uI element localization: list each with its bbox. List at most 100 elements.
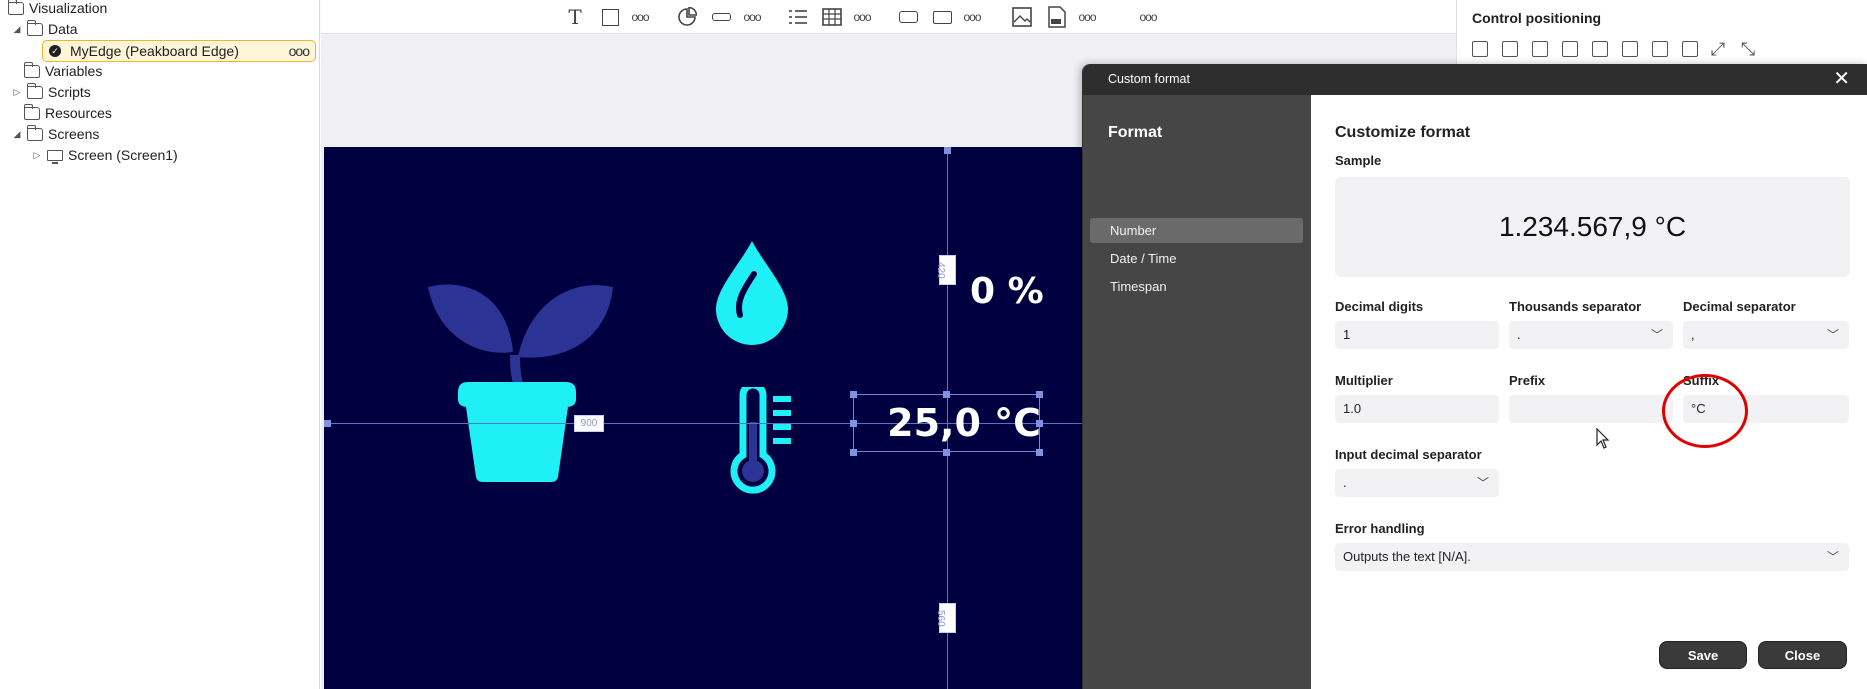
dialog-title: Custom format: [1108, 72, 1190, 86]
dialog-header: Custom format ✕: [1083, 64, 1867, 95]
tree-item-visualization[interactable]: Visualization: [0, 0, 107, 18]
nav-item-timespan[interactable]: Timespan: [1090, 274, 1303, 299]
format-nav-title: Format: [1108, 124, 1163, 141]
input-decimal-separator-select[interactable]: . ﹀: [1335, 469, 1499, 497]
align-left-stretch-icon[interactable]: [1652, 41, 1668, 57]
multiplier-input[interactable]: 1.0: [1335, 395, 1499, 423]
input-decimal-separator-label: Input decimal separator: [1335, 447, 1482, 462]
tree-item-screens[interactable]: ◢ Screens: [12, 124, 99, 144]
align-center-icon[interactable]: [1592, 41, 1608, 57]
resize-handle[interactable]: [850, 391, 857, 398]
annotation-circle: [1662, 374, 1748, 448]
pie-chart-icon[interactable]: [676, 6, 698, 28]
list-control-icon[interactable]: [787, 6, 809, 28]
tree-item-label: MyEdge (Peakboard Edge): [70, 43, 239, 59]
folder-icon: [26, 19, 43, 36]
decimal-digits-input[interactable]: 1: [1335, 321, 1499, 349]
humidity-value-text[interactable]: 0 %: [970, 271, 1044, 312]
folder-icon: [7, 0, 24, 15]
plant-icon[interactable]: [418, 237, 618, 487]
folder-icon: [23, 103, 40, 120]
decimal-digits-label: Decimal digits: [1335, 299, 1424, 314]
tree-item-myedge[interactable]: ✓ MyEdge (Peakboard Edge) ooo: [42, 40, 316, 62]
tree-item-data[interactable]: ◢ Data: [12, 19, 78, 39]
rectangle-control-icon[interactable]: [599, 6, 621, 28]
align-bottom-left-icon[interactable]: [1562, 41, 1578, 57]
water-drop-icon[interactable]: [714, 239, 790, 345]
more-inputs-icon[interactable]: ooo: [961, 6, 983, 28]
mouse-cursor-icon: [1596, 428, 1610, 449]
tree-item-scripts[interactable]: ▷ Scripts: [12, 82, 91, 102]
error-handling-label: Error handling: [1335, 521, 1425, 536]
tree-item-label: Scripts: [48, 84, 91, 100]
caret-right-icon[interactable]: ▷: [12, 87, 22, 98]
more-options-icon[interactable]: ooo: [289, 43, 310, 59]
align-top-left-icon[interactable]: [1472, 41, 1488, 57]
more-media-icon[interactable]: ooo: [1076, 6, 1098, 28]
chevron-down-icon: ﹀: [1826, 550, 1839, 564]
text-control-icon[interactable]: T: [564, 5, 586, 29]
caret-down-icon[interactable]: ◢: [12, 24, 22, 35]
resize-handle[interactable]: [850, 449, 857, 456]
expand-icon[interactable]: ⤢: [1710, 40, 1726, 58]
align-right-stretch-icon[interactable]: [1682, 41, 1698, 57]
resize-handle[interactable]: [1036, 391, 1043, 398]
temperature-value-text[interactable]: 25,0 °C: [854, 401, 1041, 445]
resize-handle[interactable]: [850, 420, 857, 427]
image-control-icon[interactable]: [1011, 6, 1033, 28]
button-control-icon[interactable]: [897, 6, 919, 28]
decimal-separator-value: ,: [1691, 327, 1695, 342]
tree-item-resources[interactable]: Resources: [23, 103, 112, 123]
caret-down-icon[interactable]: ◢: [12, 129, 22, 140]
more-controls-icon[interactable]: ooo: [1137, 6, 1159, 28]
prefix-input[interactable]: [1509, 395, 1673, 423]
more-charts-icon[interactable]: ooo: [741, 6, 763, 28]
resize-handle[interactable]: [1036, 449, 1043, 456]
save-button[interactable]: Save: [1659, 641, 1747, 669]
close-icon[interactable]: ✕: [1833, 69, 1850, 89]
thousands-separator-select[interactable]: . ﹀: [1509, 321, 1673, 349]
nav-item-date-time[interactable]: Date / Time: [1090, 246, 1303, 271]
folder-icon: [26, 124, 43, 141]
format-nav: Format Number Date / Time Timespan: [1083, 95, 1311, 689]
error-handling-value: Outputs the text [N/A].: [1343, 549, 1471, 564]
chevron-down-icon: ﹀: [1826, 328, 1839, 342]
sample-preview: 1.234.567,9 °C: [1335, 177, 1850, 277]
resize-handle[interactable]: [324, 420, 331, 427]
folder-icon: [23, 61, 40, 78]
thermometer-icon[interactable]: [729, 387, 799, 497]
align-top-right-icon[interactable]: [1532, 41, 1548, 57]
close-button[interactable]: Close: [1758, 641, 1847, 669]
multiplier-label: Multiplier: [1335, 373, 1393, 388]
caret-right-icon[interactable]: ▷: [32, 150, 42, 161]
distance-label-bottom: 560: [935, 603, 956, 633]
thousands-separator-label: Thousands separator: [1509, 299, 1642, 314]
nav-item-number[interactable]: Number: [1090, 218, 1303, 243]
selected-control-frame[interactable]: 25,0 °C: [853, 394, 1041, 452]
table-control-icon[interactable]: [821, 6, 843, 28]
decimal-separator-select[interactable]: , ﹀: [1683, 321, 1849, 349]
resize-handle[interactable]: [943, 449, 950, 456]
resize-handle[interactable]: [944, 147, 951, 154]
properties-panel: Control positioning ⤢ ⤡: [1456, 0, 1867, 64]
distance-label-top: 420: [935, 255, 956, 285]
collapse-icon[interactable]: ⤡: [1740, 40, 1756, 58]
tree-item-label: Visualization: [29, 0, 108, 16]
tree-item-variables[interactable]: Variables: [23, 61, 103, 81]
pdf-control-icon[interactable]: [1046, 6, 1068, 28]
screen-canvas[interactable]: 420 900 560 0 % 25,0 °C: [324, 147, 1084, 689]
textbox-control-icon[interactable]: [931, 6, 953, 28]
slider-control-icon[interactable]: [710, 6, 732, 28]
align-top-center-icon[interactable]: [1502, 41, 1518, 57]
tree-item-screen1[interactable]: ▷ Screen (Screen1): [32, 145, 178, 165]
resize-handle[interactable]: [1036, 420, 1043, 427]
tree-item-label: Screen (Screen1): [68, 147, 178, 163]
more-lists-icon[interactable]: ooo: [851, 6, 873, 28]
align-bottom-right-icon[interactable]: [1622, 41, 1638, 57]
tree-item-label: Variables: [45, 63, 103, 79]
chevron-down-icon: ﹀: [1650, 328, 1663, 342]
control-positioning-title: Control positioning: [1472, 10, 1602, 26]
more-shapes-icon[interactable]: ooo: [629, 6, 651, 28]
error-handling-select[interactable]: Outputs the text [N/A]. ﹀: [1335, 543, 1849, 571]
resize-handle[interactable]: [943, 391, 950, 398]
